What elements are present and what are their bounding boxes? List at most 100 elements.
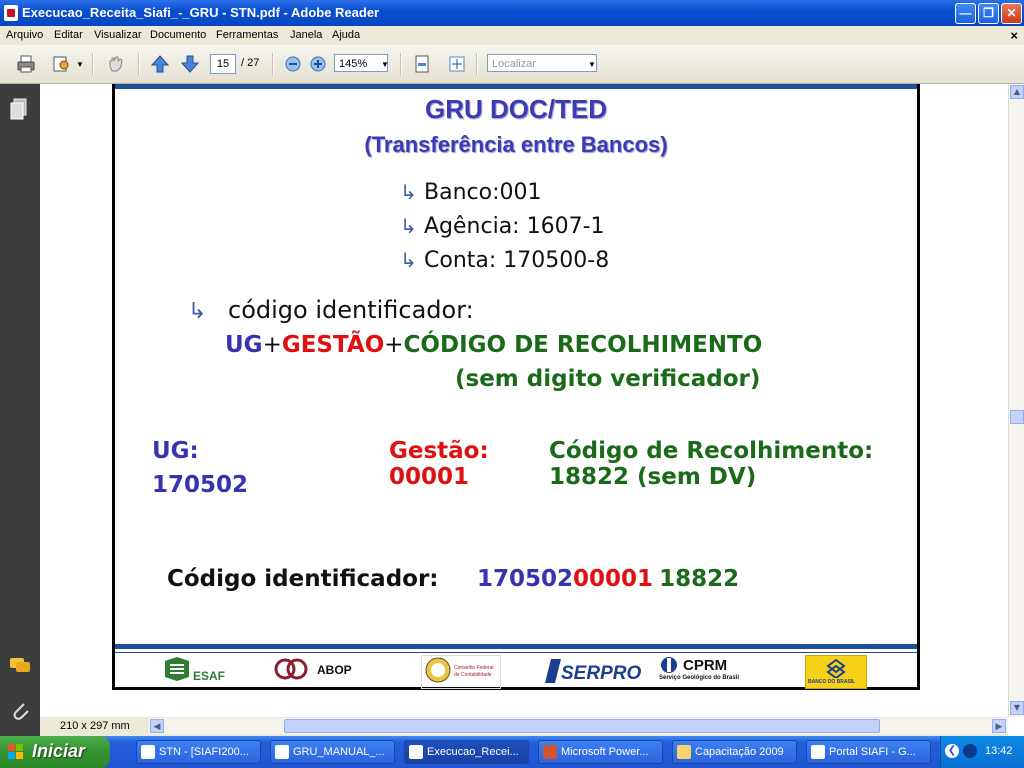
esaf-symbol-icon — [165, 657, 189, 681]
serpro-text: SERPRO — [561, 663, 642, 684]
toolbar: ▼ 15 / 27 145% ▼ Localizar ▼ — [0, 45, 1024, 84]
formula-ug: UG — [225, 332, 263, 358]
banco-do-brasil-logo: BANCO DO BRASIL — [805, 655, 867, 689]
menu-ferramentas[interactable]: Ferramentas — [216, 29, 278, 41]
powerpoint-icon — [543, 745, 557, 759]
attachments-icon[interactable] — [9, 698, 31, 722]
gestao-label: Gestão: — [389, 438, 489, 464]
network-icon[interactable] — [963, 744, 977, 758]
scroll-down-icon[interactable]: ▼ — [1010, 701, 1024, 715]
identifier-formula: UG+GESTÃO+CÓDIGO DE RECOLHIMENTO — [225, 332, 762, 358]
cfc-seal-icon — [425, 657, 451, 683]
system-tray: ❮ 13:42 — [940, 736, 1024, 768]
page-total: / 27 — [241, 57, 260, 69]
clock: 13:42 — [985, 745, 1013, 757]
scroll-right-icon[interactable]: ▶ — [992, 719, 1006, 733]
find-icon[interactable] — [52, 54, 72, 74]
scroll-thumb[interactable] — [1010, 410, 1024, 424]
task-gru-manual[interactable]: GRU_MANUAL_... — [270, 740, 395, 764]
menu-bar: Arquivo Editar Visualizar Documento Ferr… — [0, 26, 1024, 45]
identifier-heading: ↳ código identificador: — [188, 296, 474, 324]
cprm-subtext: Serviço Geológico do Brasil — [659, 675, 740, 681]
codigo-label: Código de Recolhimento: — [549, 438, 874, 464]
arrow-bullet-icon: ↳ — [400, 180, 417, 204]
slide-title: GRU DOC/TED — [425, 94, 607, 124]
scroll-up-icon[interactable]: ▲ — [1010, 85, 1024, 99]
esaf-text: ESAF — [193, 669, 226, 683]
zoom-level-select[interactable]: 145% — [334, 54, 388, 72]
pdf-icon — [409, 745, 423, 759]
formula-plus: + — [262, 332, 282, 358]
hand-tool-icon[interactable] — [106, 54, 126, 74]
restore-button[interactable]: ❐ — [978, 3, 999, 24]
fit-width-icon[interactable] — [412, 54, 432, 74]
zoom-out-icon[interactable] — [283, 54, 303, 74]
previous-page-icon[interactable] — [150, 54, 170, 74]
close-button[interactable]: ✕ — [1001, 3, 1022, 24]
zoom-in-icon[interactable] — [308, 54, 328, 74]
separator — [400, 53, 402, 75]
cprm-symbol-icon — [661, 657, 677, 673]
page-number-input[interactable]: 15 — [210, 54, 236, 74]
minimize-button[interactable]: — — [955, 3, 976, 24]
menu-arquivo[interactable]: Arquivo — [6, 29, 43, 41]
gestao-value: 00001 — [389, 464, 470, 490]
app-icon — [141, 745, 155, 759]
chevron-down-icon[interactable]: ▼ — [588, 60, 596, 69]
adobe-reader-icon — [4, 5, 18, 21]
cfc-text: Conselho Federal de Contabilidade — [454, 665, 494, 678]
vertical-scrollbar[interactable]: ▲ ▼ — [1008, 84, 1024, 717]
abop-logo: ABOP — [273, 655, 363, 687]
menu-janela[interactable]: Janela — [290, 29, 322, 41]
fit-page-icon[interactable] — [447, 54, 467, 74]
account-label: Conta: 170500-8 — [424, 248, 610, 273]
task-execucao-receita[interactable]: Execucao_Recei... — [404, 740, 529, 764]
print-icon[interactable] — [16, 54, 36, 74]
chevron-down-icon[interactable]: ▼ — [76, 60, 84, 69]
list-item: ↳ Conta: 170500-8 — [400, 248, 609, 273]
pdf-icon — [275, 745, 289, 759]
close-document-icon[interactable]: × — [1010, 28, 1018, 43]
pages-icon[interactable] — [10, 98, 28, 120]
separator — [272, 53, 274, 75]
chevron-down-icon[interactable]: ▼ — [381, 60, 389, 69]
browser-icon — [811, 745, 825, 759]
task-powerpoint[interactable]: Microsoft Power... — [538, 740, 663, 764]
separator — [138, 53, 140, 75]
arrow-bullet-icon: ↳ — [400, 248, 417, 272]
result-codigo: 18822 — [659, 566, 740, 592]
separator — [476, 53, 478, 75]
task-capacitacao[interactable]: Capacitação 2009 — [672, 740, 797, 764]
slide-subtitle: (Transferência entre Bancos) — [364, 132, 668, 157]
comments-icon[interactable] — [8, 656, 32, 676]
list-item: ↳ Agência: 1607-1 — [400, 214, 605, 239]
result-ug: 170502 — [477, 566, 574, 592]
windows-logo-icon — [8, 744, 23, 759]
task-stn-siafi[interactable]: STN - [SIAFI200... — [136, 740, 261, 764]
arrow-bullet-icon: ↳ — [188, 299, 207, 324]
title-bar: Execucao_Receita_Siafi_-_GRU - STN.pdf -… — [0, 0, 1024, 26]
status-bar: 210 x 297 mm ◀ ▶ — [40, 717, 1008, 736]
chevron-left-icon[interactable]: ❮ — [945, 744, 959, 758]
bb-symbol-icon — [826, 658, 846, 678]
abop-symbol-icon — [274, 658, 308, 680]
find-input[interactable]: Localizar — [487, 54, 597, 72]
menu-visualizar[interactable]: Visualizar — [94, 29, 142, 41]
task-portal-siafi[interactable]: Portal SIAFI - G... — [806, 740, 931, 764]
menu-documento[interactable]: Documento — [150, 29, 206, 41]
bank-label: Banco:001 — [424, 180, 542, 205]
abop-text: ABOP — [317, 663, 352, 677]
cprm-text: CPRM — [683, 657, 728, 674]
formula-codigo: CÓDIGO DE RECOLHIMENTO — [403, 332, 763, 358]
page-size-label: 210 x 297 mm — [60, 720, 130, 732]
start-button[interactable]: Iniciar — [0, 736, 110, 768]
esaf-logo: ESAF — [163, 655, 233, 687]
horizontal-scrollbar[interactable]: ◀ ▶ — [148, 718, 1008, 734]
menu-ajuda[interactable]: Ajuda — [332, 29, 360, 41]
scroll-left-icon[interactable]: ◀ — [150, 719, 164, 733]
codigo-value: 18822 (sem DV) — [549, 464, 757, 490]
next-page-icon[interactable] — [180, 54, 200, 74]
menu-editar[interactable]: Editar — [54, 29, 83, 41]
scroll-thumb[interactable] — [284, 719, 880, 733]
window-title: Execucao_Receita_Siafi_-_GRU - STN.pdf -… — [22, 5, 380, 20]
